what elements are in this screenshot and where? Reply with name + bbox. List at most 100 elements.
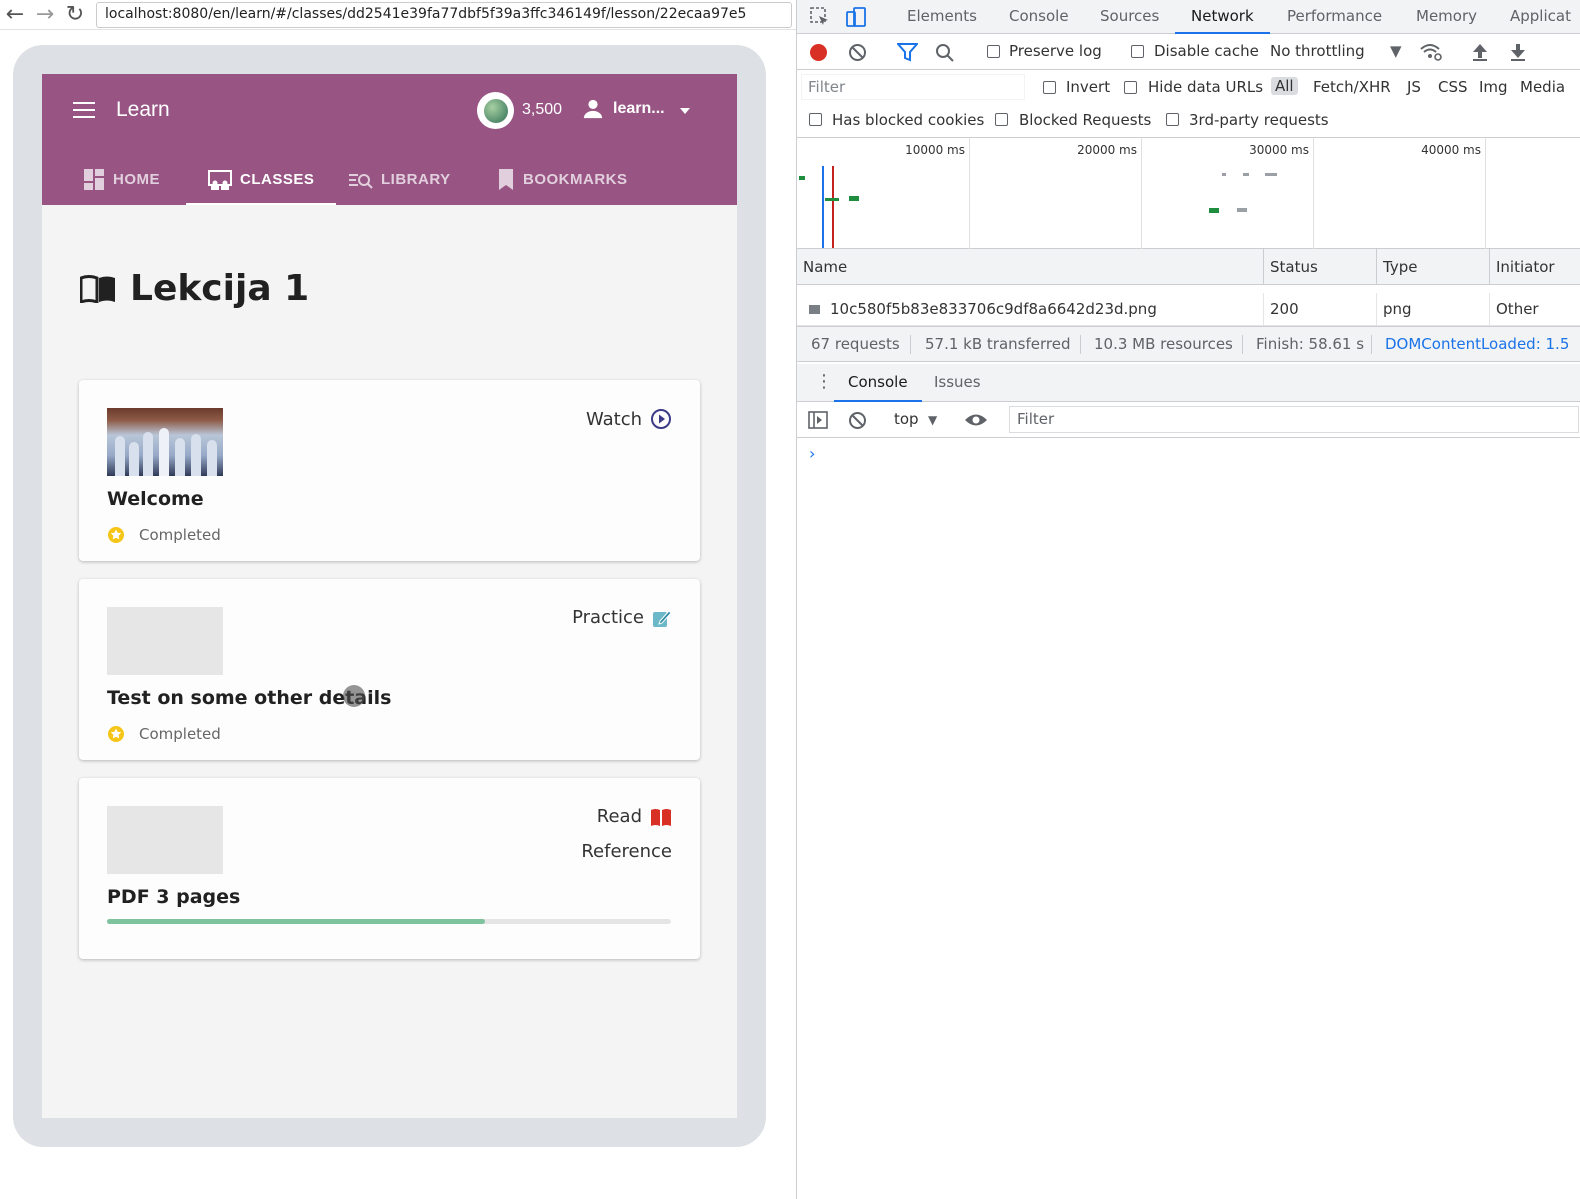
devtools-tab-sources[interactable]: Sources xyxy=(1100,0,1159,34)
devtools-tab-console[interactable]: Console xyxy=(1009,0,1069,34)
network-filter-input[interactable]: Filter xyxy=(801,74,1025,100)
points-leaf-icon xyxy=(477,92,514,129)
record-icon[interactable] xyxy=(810,44,827,61)
third-party-checkbox[interactable] xyxy=(1166,113,1179,126)
user-menu-name[interactable]: learn... xyxy=(613,100,665,118)
lesson-title-text: Lekcija 1 xyxy=(130,268,310,309)
column-initiator[interactable]: Initiator xyxy=(1490,249,1580,285)
summary-finish: Finish: 58.61 s xyxy=(1256,335,1365,353)
invert-checkbox[interactable] xyxy=(1043,81,1056,94)
resource-status: Completed xyxy=(107,526,221,544)
resource-kind-sub: Reference xyxy=(581,841,672,862)
preserve-log-label: Preserve log xyxy=(1009,42,1102,60)
devtools-tab-network[interactable]: Network xyxy=(1175,0,1270,34)
timeline-request-bar xyxy=(1265,173,1277,176)
filter-type-media[interactable]: Media xyxy=(1520,78,1565,96)
request-type: png xyxy=(1377,293,1490,326)
tab-bookmarks[interactable]: BOOKMARKS xyxy=(497,154,628,205)
filter-funnel-icon[interactable] xyxy=(897,43,918,62)
resource-thumbnail xyxy=(107,806,223,874)
resource-kind-label: Watch xyxy=(585,408,642,430)
third-party-label: 3rd-party requests xyxy=(1189,111,1329,129)
hide-data-urls-checkbox[interactable] xyxy=(1124,81,1137,94)
search-icon[interactable] xyxy=(935,43,955,63)
blocked-cookies-checkbox[interactable] xyxy=(809,113,822,126)
timeline-request-bar xyxy=(849,196,859,201)
read-book-icon xyxy=(651,808,671,826)
tab-classes[interactable]: CLASSES xyxy=(185,154,337,205)
network-conditions-icon[interactable] xyxy=(1419,42,1443,62)
column-name[interactable]: Name xyxy=(797,249,1264,285)
import-har-icon[interactable] xyxy=(1471,42,1489,62)
console-prompt[interactable]: › xyxy=(809,444,815,463)
caret-down-icon[interactable] xyxy=(680,108,690,114)
inspect-element-icon[interactable] xyxy=(809,6,831,28)
filter-type-img[interactable]: Img xyxy=(1479,78,1508,96)
filter-type-fetch[interactable]: Fetch/XHR xyxy=(1313,78,1391,96)
filter-type-js[interactable]: JS xyxy=(1407,78,1421,96)
context-select[interactable]: top xyxy=(894,410,919,428)
network-overview-timeline[interactable]: 10000 ms 20000 ms 30000 ms 40000 ms xyxy=(797,138,1580,249)
column-status[interactable]: Status xyxy=(1264,249,1377,285)
throttling-select[interactable]: No throttling xyxy=(1270,42,1365,60)
export-har-icon[interactable] xyxy=(1509,42,1527,62)
clear-icon[interactable] xyxy=(848,43,867,62)
tab-home[interactable]: HOME xyxy=(84,154,160,205)
resource-card-welcome[interactable]: Watch Welcome Completed xyxy=(79,380,700,561)
resource-title: PDF 3 pages xyxy=(107,886,241,908)
forward-arrow-icon[interactable]: → xyxy=(30,0,60,30)
resource-thumbnail xyxy=(107,408,223,476)
home-grid-icon xyxy=(84,169,104,190)
tab-library[interactable]: LIBRARY xyxy=(349,154,451,205)
caret-down-icon[interactable]: ▼ xyxy=(928,410,937,430)
live-expression-eye-icon[interactable] xyxy=(964,412,988,428)
tab-label: CLASSES xyxy=(240,171,315,188)
blocked-requests-checkbox[interactable] xyxy=(995,113,1008,126)
caret-down-icon[interactable]: ▼ xyxy=(1390,42,1402,60)
device-toolbar-icon[interactable] xyxy=(845,6,867,28)
reload-icon[interactable]: ↻ xyxy=(60,0,90,30)
completed-star-icon xyxy=(108,726,124,742)
more-dots-icon[interactable]: ⋮ xyxy=(815,372,833,392)
column-type[interactable]: Type xyxy=(1377,249,1490,285)
resource-kind: Read xyxy=(597,806,672,827)
network-options-bar: Has blocked cookies Blocked Requests 3rd… xyxy=(797,104,1580,138)
resource-kind: Watch xyxy=(586,408,672,430)
filter-type-css[interactable]: CSS xyxy=(1438,78,1468,96)
clear-console-icon[interactable] xyxy=(848,411,867,430)
sidebar-toggle-icon[interactable] xyxy=(808,411,828,429)
devtools-tab-elements[interactable]: Elements xyxy=(907,0,977,34)
image-file-icon xyxy=(809,305,820,314)
drawer-tab-issues[interactable]: Issues xyxy=(934,364,981,402)
timeline-label: 40000 ms xyxy=(1421,143,1481,157)
resource-title: Welcome xyxy=(107,488,204,510)
filter-type-all[interactable]: All xyxy=(1271,77,1298,95)
devtools-tab-performance[interactable]: Performance xyxy=(1287,0,1382,34)
timeline-gridline xyxy=(1313,138,1314,249)
preserve-log-checkbox[interactable] xyxy=(987,45,1000,58)
resource-card-read[interactable]: Read Reference PDF 3 pages xyxy=(79,778,700,959)
user-icon[interactable] xyxy=(582,98,604,120)
timeline-request-bar xyxy=(825,198,839,201)
browser-toolbar: ← → ↻ localhost:8080/en/learn/#/classes/… xyxy=(0,0,796,30)
drawer-tab-console[interactable]: Console xyxy=(834,364,922,402)
timeline-gridline xyxy=(1141,138,1142,249)
devtools-tabbar: Elements Console Sources Network Perform… xyxy=(797,0,1580,34)
back-arrow-icon[interactable]: ← xyxy=(0,0,30,30)
address-bar[interactable]: localhost:8080/en/learn/#/classes/dd2541… xyxy=(96,2,792,28)
request-name: 10c580f5b83e833706c9df8a6642d23d.png xyxy=(830,300,1157,318)
timeline-request-bar xyxy=(1209,208,1219,213)
devtools-panel: Elements Console Sources Network Perform… xyxy=(796,0,1580,1199)
request-row[interactable]: 10c580f5b83e833706c9df8a6642d23d.png 200… xyxy=(797,293,1580,326)
resource-card-practice[interactable]: Practice Test on some other details Comp… xyxy=(79,579,700,760)
devtools-tab-application[interactable]: Applicat xyxy=(1510,0,1571,34)
menu-icon[interactable] xyxy=(73,102,95,118)
devtools-tab-memory[interactable]: Memory xyxy=(1416,0,1477,34)
summary-dcl: DOMContentLoaded: 1.5 xyxy=(1385,335,1570,353)
disable-cache-checkbox[interactable] xyxy=(1131,45,1144,58)
network-toolbar: Preserve log Disable cache No throttling… xyxy=(797,34,1580,70)
library-search-icon xyxy=(349,173,373,189)
drawer-tabbar: ⋮ Console Issues xyxy=(797,364,1580,402)
console-filter-input[interactable]: Filter xyxy=(1009,406,1579,433)
progress-fill xyxy=(107,919,485,924)
